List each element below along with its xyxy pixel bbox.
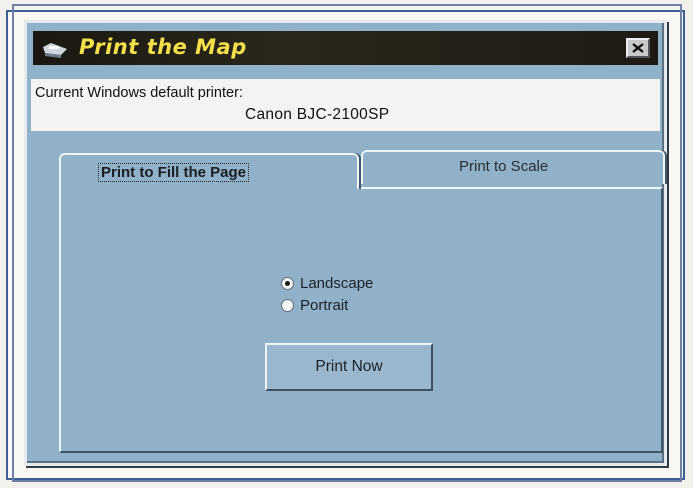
tab-label: Print to Scale bbox=[459, 158, 549, 175]
title-bar[interactable]: Print the Map bbox=[33, 31, 658, 65]
close-button[interactable] bbox=[626, 38, 650, 58]
radio-checked-icon[interactable] bbox=[281, 277, 294, 290]
print-map-dialog: Print the Map Current Windows default pr… bbox=[24, 20, 667, 466]
portrait-label: Portrait bbox=[300, 297, 349, 314]
landscape-radio[interactable]: Landscape bbox=[281, 275, 373, 292]
tab-label: Print to Fill the Page bbox=[97, 163, 250, 182]
printer-name: Canon BJC-2100SP bbox=[245, 106, 390, 123]
radio-unchecked-icon[interactable] bbox=[281, 299, 294, 312]
portrait-radio[interactable]: Portrait bbox=[281, 297, 348, 314]
tab-print-to-fill-page[interactable]: Print to Fill the Page bbox=[59, 153, 359, 189]
printer-icon bbox=[43, 43, 67, 58]
tab-panel: Landscape Portrait Print Now bbox=[59, 187, 663, 453]
window-title: Print the Map bbox=[79, 35, 247, 59]
printer-info-box: Current Windows default printer: Canon B… bbox=[31, 79, 660, 131]
print-now-button[interactable]: Print Now bbox=[265, 343, 433, 391]
tab-print-to-scale[interactable]: Print to Scale bbox=[361, 150, 665, 184]
printer-label: Current Windows default printer: bbox=[35, 85, 243, 101]
landscape-label: Landscape bbox=[300, 275, 374, 292]
close-icon bbox=[632, 43, 644, 53]
